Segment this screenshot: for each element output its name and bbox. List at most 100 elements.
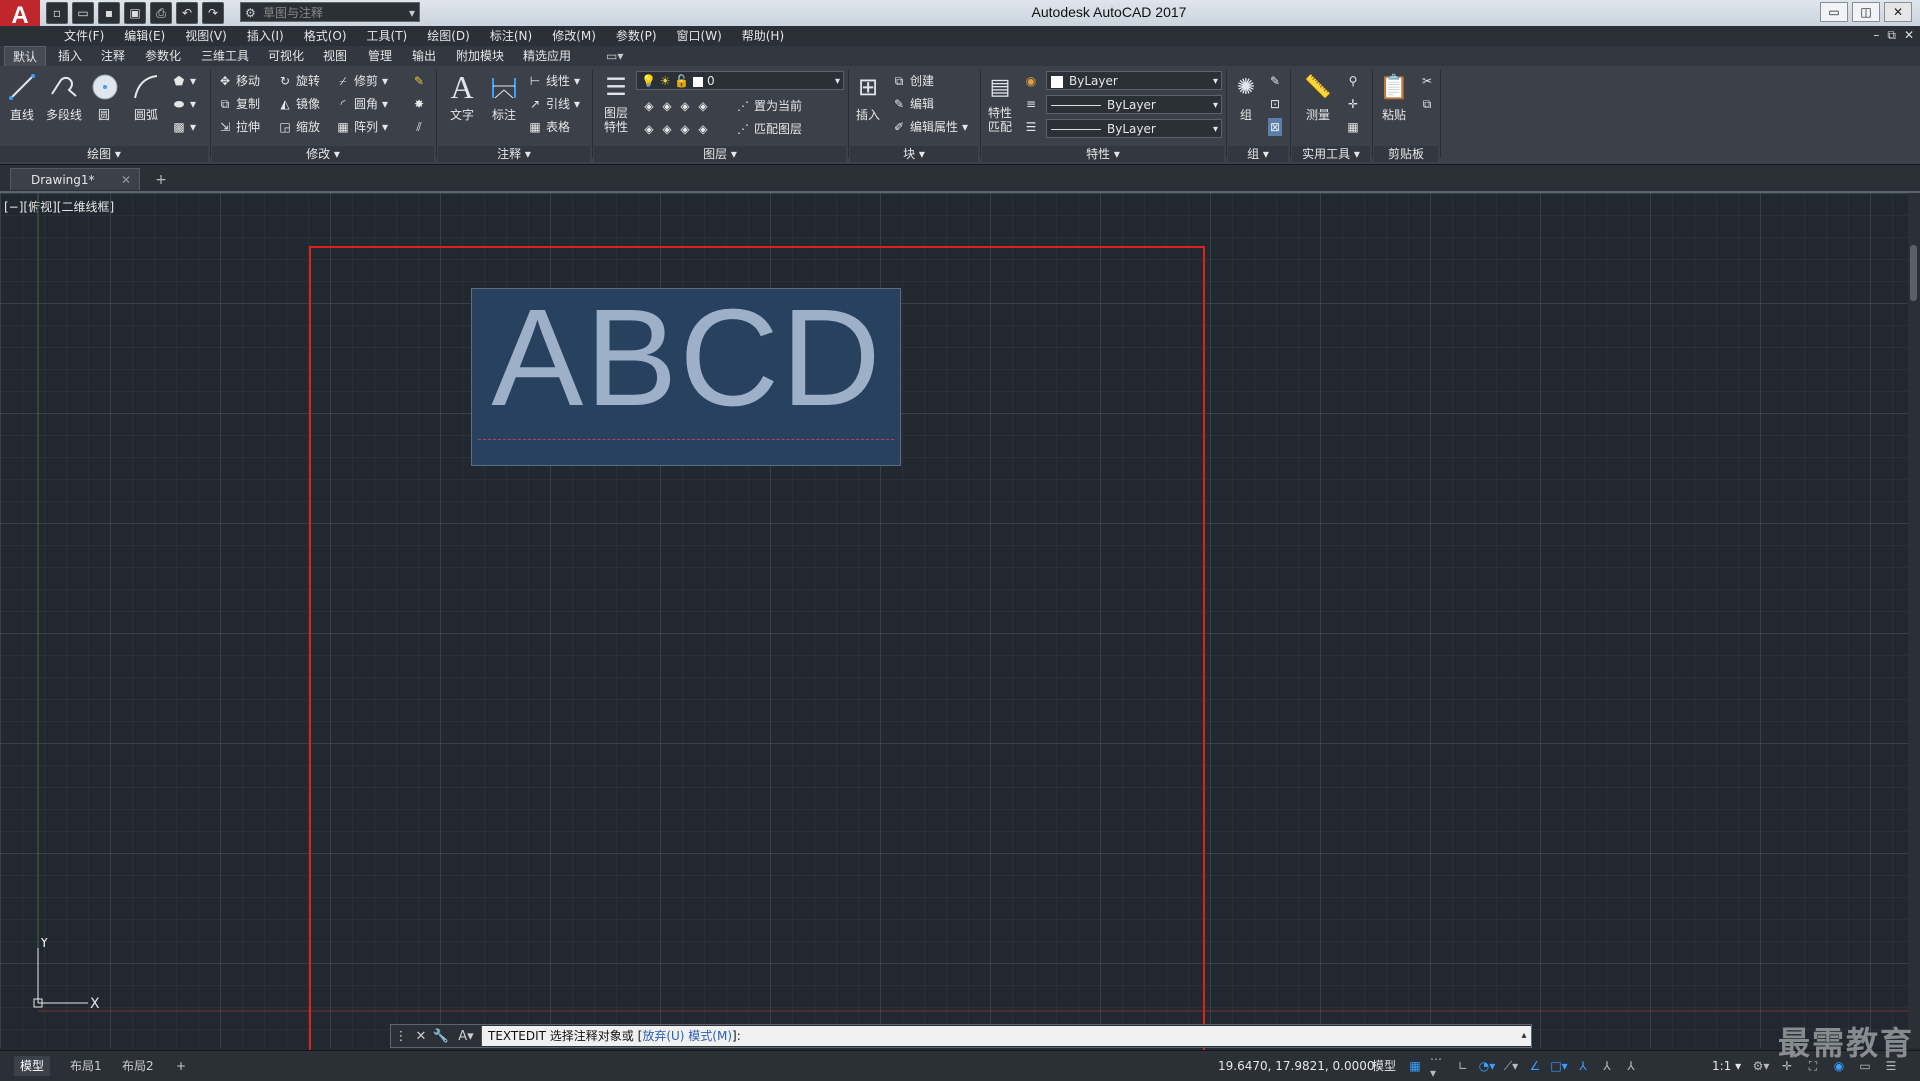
annotation-scale-icon[interactable]: ⅄ (1622, 1057, 1640, 1075)
calculator-button[interactable]: ▦ (1346, 118, 1360, 136)
layer-isolate-icon[interactable]: ◈ (660, 99, 674, 113)
fillet-button[interactable]: ◜ 圆角 ▾ (336, 95, 388, 113)
layer-thaw-icon[interactable]: ◈ (678, 122, 692, 136)
group-edit-button[interactable]: ⊡ (1268, 95, 1282, 113)
draw-panel-title[interactable]: 绘图 ▾ (0, 146, 208, 162)
tab-visualize[interactable]: 可视化 (260, 46, 312, 66)
layout-tab-2[interactable]: 布局2 (116, 1056, 160, 1076)
circle-button[interactable]: 圆 (88, 70, 120, 123)
table-button[interactable]: ▦ 表格 (528, 118, 570, 136)
create-block-button[interactable]: ⧉ 创建 (892, 72, 934, 90)
wrench-icon[interactable]: 🔧 (431, 1026, 451, 1046)
clipboard-panel-title[interactable]: 剪贴板 (1374, 146, 1438, 162)
scale-button[interactable]: ◲ 缩放 (278, 118, 320, 136)
id-point-button[interactable]: ✛ (1346, 95, 1360, 113)
command-history-toggle[interactable]: ▴ (1517, 1026, 1531, 1046)
tab-home[interactable]: 默认 (4, 46, 47, 67)
group-button[interactable]: ✺ 组 (1228, 70, 1264, 123)
layer-freeze-icon[interactable]: ◈ (678, 99, 692, 113)
model-space-button[interactable]: 模型 (1372, 1056, 1396, 1076)
insert-block-button[interactable]: ⊞ 插入 (850, 70, 886, 123)
tab-addins[interactable]: 附加模块 (448, 46, 512, 66)
measure-button[interactable]: 📏 测量 (1298, 70, 1338, 123)
groups-panel-title[interactable]: 组 ▾ (1228, 146, 1288, 162)
hatch-button[interactable]: ▩ ▾ (172, 118, 196, 136)
close-icon[interactable]: ✕ (121, 169, 131, 191)
utilities-panel-title[interactable]: 实用工具 ▾ (1292, 146, 1370, 162)
scrollbar-thumb[interactable] (1910, 245, 1917, 301)
snap-icon[interactable]: ⋯▾ (1430, 1052, 1448, 1080)
layer-dropdown[interactable]: 💡 ☀ 🔓 0 ▾ (636, 71, 844, 90)
match-properties-button[interactable]: ▤ 特性 匹配 (982, 70, 1018, 135)
tab-parametric[interactable]: 参数化 (137, 46, 189, 66)
layout-tab-1[interactable]: 布局1 (64, 1056, 108, 1076)
cut-button[interactable]: ✂ (1420, 72, 1434, 90)
edit-block-button[interactable]: ✎ 编辑 (892, 95, 934, 113)
option-mode[interactable]: 模式(M) (688, 1029, 732, 1043)
layer-off-icon[interactable]: ◈ (642, 99, 656, 113)
layer-properties-button[interactable]: ☰ 图层 特性 (598, 70, 634, 134)
tab-view[interactable]: 视图 (315, 46, 355, 66)
maximize-button[interactable]: ◫ (1852, 2, 1880, 22)
polygon-button[interactable]: ⬟ ▾ (172, 72, 196, 90)
polar-icon[interactable]: ◔▾ (1478, 1057, 1496, 1075)
command-input[interactable]: TEXTEDIT 选择注释对象或 [放弃(U) 模式(M)]: (482, 1026, 1517, 1046)
grid-icon[interactable]: ▦ (1406, 1057, 1424, 1075)
isodraft-icon[interactable]: ⟋▾ (1502, 1057, 1520, 1075)
rotate-button[interactable]: ↻ 旋转 (278, 72, 320, 90)
group-selection-toggle[interactable]: ⊠ (1268, 118, 1282, 136)
menu-parametric[interactable]: 参数(P) (606, 26, 667, 46)
coordinates-readout[interactable]: 19.6470, 17.9821, 0.0000 (1218, 1056, 1375, 1076)
close-icon[interactable]: ✕ (411, 1026, 431, 1046)
erase-button[interactable]: ✎ (412, 72, 426, 90)
menu-dimension[interactable]: 标注(N) (480, 26, 542, 46)
ortho-icon[interactable]: ∟ (1454, 1057, 1472, 1075)
text-button[interactable]: A 文字 (444, 69, 480, 123)
layers-panel-title[interactable]: 图层 ▾ (594, 146, 846, 162)
color-dropdown[interactable]: ByLayer ▾ (1046, 71, 1222, 90)
explode-button[interactable]: ✸ (412, 95, 426, 113)
trim-button[interactable]: ⌿ 修剪 ▾ (336, 72, 388, 90)
doc-close-button[interactable]: ✕ (1904, 28, 1914, 43)
linetype-dropdown[interactable]: ByLayer ▾ (1046, 95, 1222, 114)
linear-button[interactable]: ⊢ 线性 ▾ (528, 72, 580, 90)
ungroup-button[interactable]: ✎ (1268, 72, 1282, 90)
add-layout-button[interactable]: + (170, 1056, 192, 1076)
grip-icon[interactable]: ⋮ (391, 1026, 411, 1046)
layer-unlock-icon[interactable]: ◈ (696, 122, 710, 136)
leader-button[interactable]: ↗ 引线 ▾ (528, 95, 580, 113)
stretch-button[interactable]: ⇲ 拉伸 (218, 118, 260, 136)
line-button[interactable]: 直线 (4, 70, 40, 123)
offset-button[interactable]: ⫽ (412, 118, 426, 136)
edit-attributes-button[interactable]: ✐ 编辑属性 ▾ (892, 118, 968, 136)
auto-scale-icon[interactable]: ⅄ (1598, 1057, 1616, 1075)
copy-button[interactable]: ⧉ 复制 (218, 95, 260, 113)
layer-unisolate-icon[interactable]: ◈ (660, 122, 674, 136)
file-tab-drawing1[interactable]: Drawing1* ✕ (10, 168, 140, 190)
menu-modify[interactable]: 修改(M) (542, 26, 606, 46)
vertical-scrollbar[interactable] (1908, 193, 1920, 1048)
doc-minimize-button[interactable]: – (1873, 28, 1879, 43)
arc-button[interactable]: 圆弧 (128, 70, 164, 123)
tab-manage[interactable]: 管理 (360, 46, 400, 66)
osnap-tracking-icon[interactable]: ∠ (1526, 1057, 1544, 1075)
drawing-canvas[interactable]: [−][俯视][二维线框] ABCD Y X (0, 193, 1920, 1070)
dimension-button[interactable]: 标注 (486, 70, 522, 123)
menu-view[interactable]: 视图(V) (175, 26, 237, 46)
tab-featured-apps[interactable]: 精选应用 (515, 46, 579, 66)
move-button[interactable]: ✥ 移动 (218, 72, 260, 90)
match-layer-button[interactable]: ⋰ 匹配图层 (736, 120, 802, 138)
gear-icon[interactable]: ⚙▾ (1752, 1057, 1770, 1075)
array-button[interactable]: ▦ 阵列 ▾ (336, 118, 388, 136)
menu-format[interactable]: 格式(O) (294, 26, 357, 46)
tab-3d-tools[interactable]: 三维工具 (193, 46, 257, 66)
option-undo[interactable]: 放弃(U) (642, 1029, 684, 1043)
annotation-scale-dropdown[interactable]: 1:1 ▾ (1712, 1056, 1741, 1076)
annotation-panel-title[interactable]: 注释 ▾ (438, 146, 590, 162)
mtext-content[interactable]: ABCD (472, 279, 902, 438)
menu-file[interactable]: 文件(F) (54, 26, 114, 46)
tab-annotate[interactable]: 注释 (93, 46, 133, 66)
make-current-button[interactable]: ⋰ 置为当前 (736, 97, 802, 115)
polyline-button[interactable]: 多段线 (42, 70, 86, 123)
annotation-visibility-icon[interactable]: ⅄ (1574, 1057, 1592, 1075)
